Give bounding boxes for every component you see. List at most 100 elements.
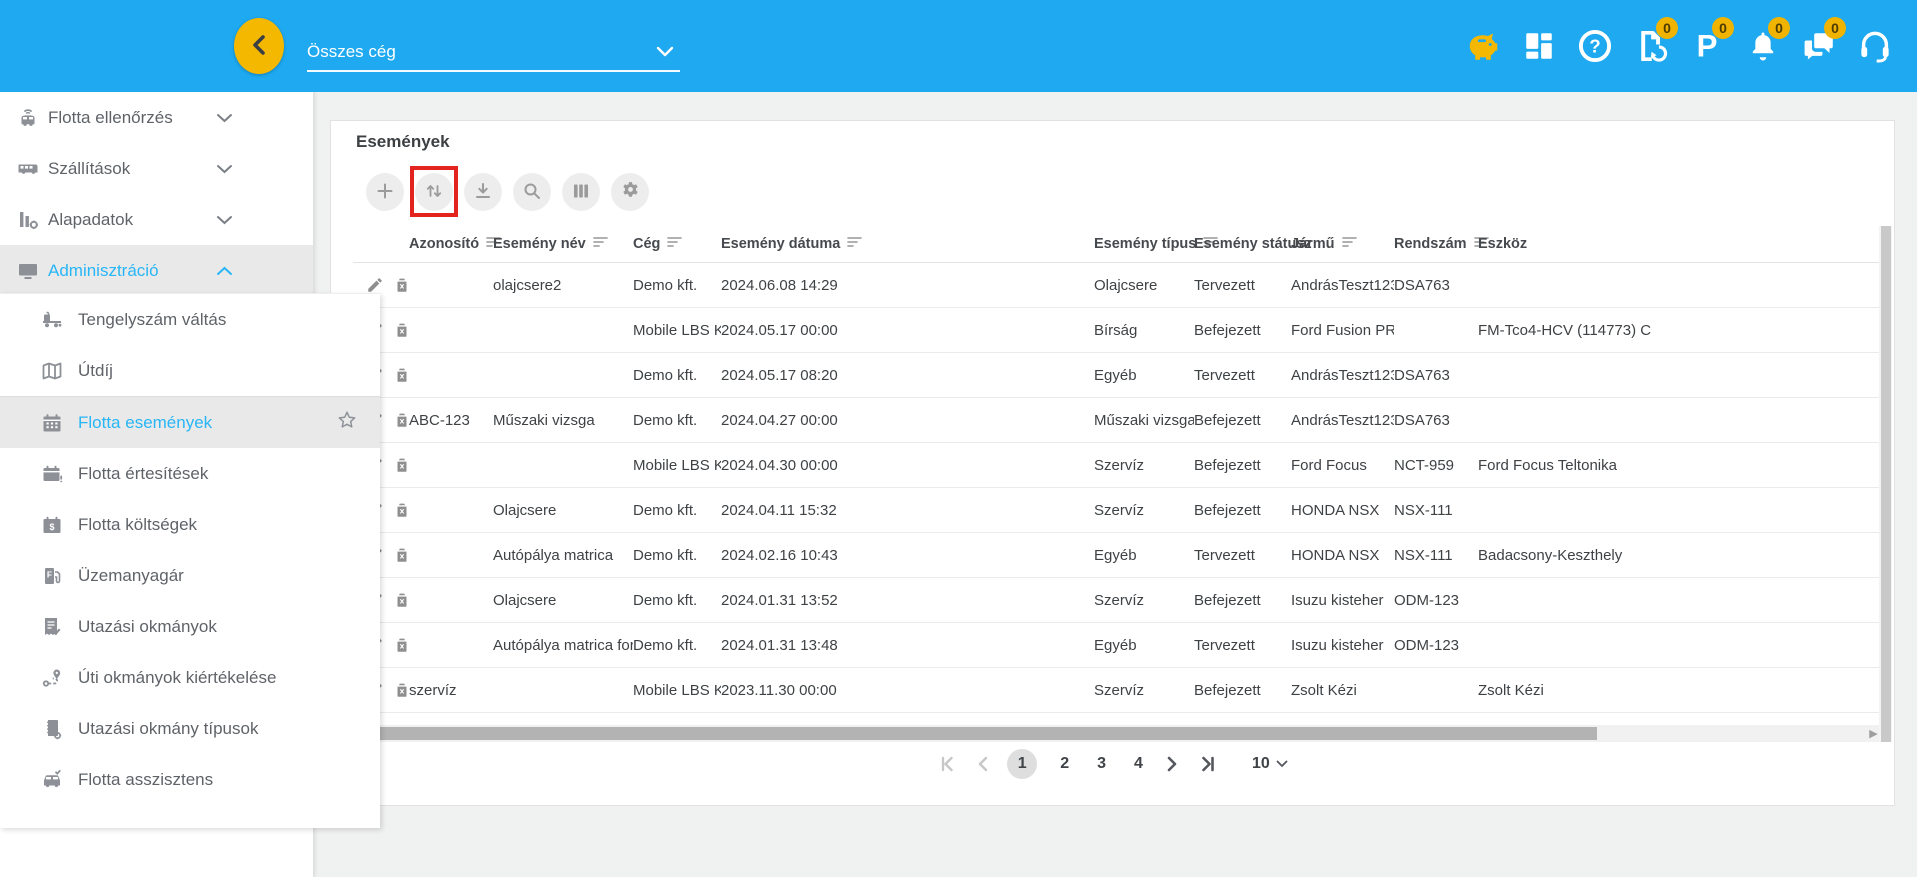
filter-sort-icon[interactable] — [847, 236, 862, 252]
table-cell: HONDA NSX — [1291, 547, 1394, 564]
horizontal-scrollbar[interactable]: ◀ ▶ — [353, 725, 1879, 742]
table-header-row: Azonosító Esemény név Cég Esemény dátuma… — [353, 226, 1879, 263]
collapse-sidebar-button[interactable] — [234, 18, 284, 74]
column-header[interactable]: Eszköz — [1478, 236, 1879, 252]
table-cell: Befejezett — [1194, 592, 1291, 609]
sidebar-item-fleet-costs[interactable]: $ Flotta költségek — [0, 499, 380, 550]
export-button[interactable] — [464, 173, 502, 211]
column-header[interactable]: Esemény típus — [1094, 236, 1194, 252]
delete-button[interactable] — [393, 636, 411, 654]
column-header[interactable]: Esemény dátuma — [721, 236, 1094, 252]
column-header[interactable]: Cég — [633, 236, 721, 252]
first-page-button[interactable] — [937, 754, 957, 774]
edit-button[interactable] — [366, 276, 384, 294]
vertical-scrollbar[interactable] — [1879, 226, 1892, 742]
sidebar-item-base-data[interactable]: Alapadatok — [0, 194, 313, 245]
app: Összes cég — [0, 0, 1917, 877]
sidebar-item-travel-doc-types[interactable]: Utazási okmány típusok — [0, 703, 380, 754]
delete-button[interactable] — [393, 591, 411, 609]
delete-button[interactable] — [393, 321, 411, 339]
sidebar-item-fleet-check[interactable]: Flotta ellenőrzés — [0, 92, 313, 143]
sidebar-item-administration[interactable]: Adminisztráció — [0, 245, 313, 296]
sidebar-item-fuel-price[interactable]: F Üzemanyagár — [0, 550, 380, 601]
filter-sort-icon[interactable] — [593, 236, 608, 252]
piggy-bank-icon[interactable] — [1462, 24, 1503, 68]
delete-button[interactable] — [393, 276, 411, 294]
table-cell: Olajcsere — [1094, 277, 1194, 294]
column-header[interactable]: Jármű — [1291, 236, 1394, 252]
page-button[interactable]: 2 — [1055, 753, 1074, 775]
sidebar-item-label: Flotta költségek — [78, 515, 197, 535]
badge-count: 0 — [1656, 17, 1678, 39]
delete-button[interactable] — [393, 366, 411, 384]
page-button[interactable]: 3 — [1092, 753, 1111, 775]
sidebar-item-fleet-events[interactable]: Flotta események — [0, 397, 380, 448]
scrollbar-thumb[interactable] — [1881, 226, 1891, 742]
delete-button[interactable] — [393, 546, 411, 564]
column-header-label: Esemény dátuma — [721, 236, 840, 252]
top-header: Összes cég — [0, 0, 1917, 92]
column-header-label: Eszköz — [1478, 236, 1527, 252]
delete-button[interactable] — [393, 501, 411, 519]
last-page-button[interactable] — [1198, 754, 1218, 774]
sidebar-item-fleet-notifications[interactable]: Flotta értesítések — [0, 448, 380, 499]
page-button[interactable]: 1 — [1007, 749, 1037, 779]
table-cell: Bírság — [1094, 322, 1194, 339]
settings-button[interactable] — [611, 173, 649, 211]
delete-button[interactable] — [393, 456, 411, 474]
table-cell: NSX-111 — [1394, 547, 1478, 564]
parking-icon[interactable]: P 0 — [1686, 24, 1727, 68]
table-toolbar — [366, 173, 649, 211]
table-cell: 2024.02.16 10:43 — [721, 547, 1094, 564]
document-refresh-icon[interactable]: 0 — [1630, 24, 1671, 68]
table-cell: Tervezett — [1194, 367, 1291, 384]
table-cell: Isuzu kisteher — [1291, 637, 1394, 654]
headset-icon[interactable] — [1854, 24, 1895, 68]
sidebar-item-toll[interactable]: Útdíj — [0, 345, 380, 396]
table-cell: Szervíz — [1094, 592, 1194, 609]
sidebar-item-axle-change[interactable]: Tengelyszám váltás — [0, 294, 380, 345]
column-header[interactable]: Esemény név — [493, 236, 633, 252]
table-row: OlajcsereDemo kft.2024.01.31 13:52Szerví… — [353, 578, 1879, 623]
table-cell: Műszaki vizsga — [1094, 412, 1194, 429]
next-page-button[interactable] — [1166, 754, 1180, 774]
table-cell: ABC-123 — [409, 412, 493, 429]
dashboard-icon[interactable] — [1518, 24, 1559, 68]
help-icon[interactable]: ? — [1574, 24, 1615, 68]
table-body: olajcsere2Demo kft.2024.06.08 14:29Olajc… — [353, 263, 1879, 713]
scrollbar-thumb[interactable] — [365, 727, 1597, 740]
filter-sort-icon[interactable] — [1342, 236, 1357, 252]
page-size-selector[interactable]: 10 — [1252, 755, 1288, 773]
company-selector[interactable]: Összes cég — [307, 34, 680, 72]
administration-icon — [16, 259, 40, 283]
sidebar-item-fleet-assistant[interactable]: Flotta asszisztens — [0, 754, 380, 805]
filter-sort-icon[interactable] — [667, 236, 682, 252]
search-button[interactable] — [513, 173, 551, 211]
table-cell: Badacsony-Keszthely — [1478, 547, 1879, 564]
page-button[interactable]: 4 — [1129, 753, 1148, 775]
messages-icon[interactable]: 0 — [1798, 24, 1839, 68]
svg-text:$: $ — [49, 522, 54, 532]
table-cell: Zsolt Kézi — [1478, 682, 1879, 699]
sidebar-item-transports[interactable]: Szállítások — [0, 143, 313, 194]
notifications-icon[interactable]: 0 — [1742, 24, 1783, 68]
add-event-button[interactable] — [366, 173, 404, 211]
column-header[interactable]: Rendszám — [1394, 236, 1478, 252]
scroll-right-arrow-icon[interactable]: ▶ — [1868, 727, 1879, 740]
sidebar-item-travel-doc-evaluation[interactable]: Úti okmányok kiértékelése — [0, 652, 380, 703]
columns-button[interactable] — [562, 173, 600, 211]
table-cell: FM-Tco4-HCV (114773) C — [1478, 322, 1879, 339]
column-header[interactable]: Esemény státusz — [1194, 236, 1291, 252]
svg-text:F: F — [47, 569, 52, 579]
table-cell: Mobile LBS Kft. — [633, 682, 721, 699]
table-cell: Tervezett — [1194, 547, 1291, 564]
sidebar-item-travel-documents[interactable]: Utazási okmányok — [0, 601, 380, 652]
fuel-pump-icon: F — [40, 564, 64, 588]
sort-arrows-icon — [424, 181, 444, 204]
chevron-down-icon — [216, 210, 233, 230]
favorite-star-icon[interactable] — [336, 409, 358, 436]
previous-page-button[interactable] — [975, 754, 989, 774]
column-header[interactable]: Azonosító — [409, 236, 493, 252]
table-cell: Autópálya matrica — [493, 547, 633, 564]
sort-button[interactable] — [415, 173, 453, 211]
